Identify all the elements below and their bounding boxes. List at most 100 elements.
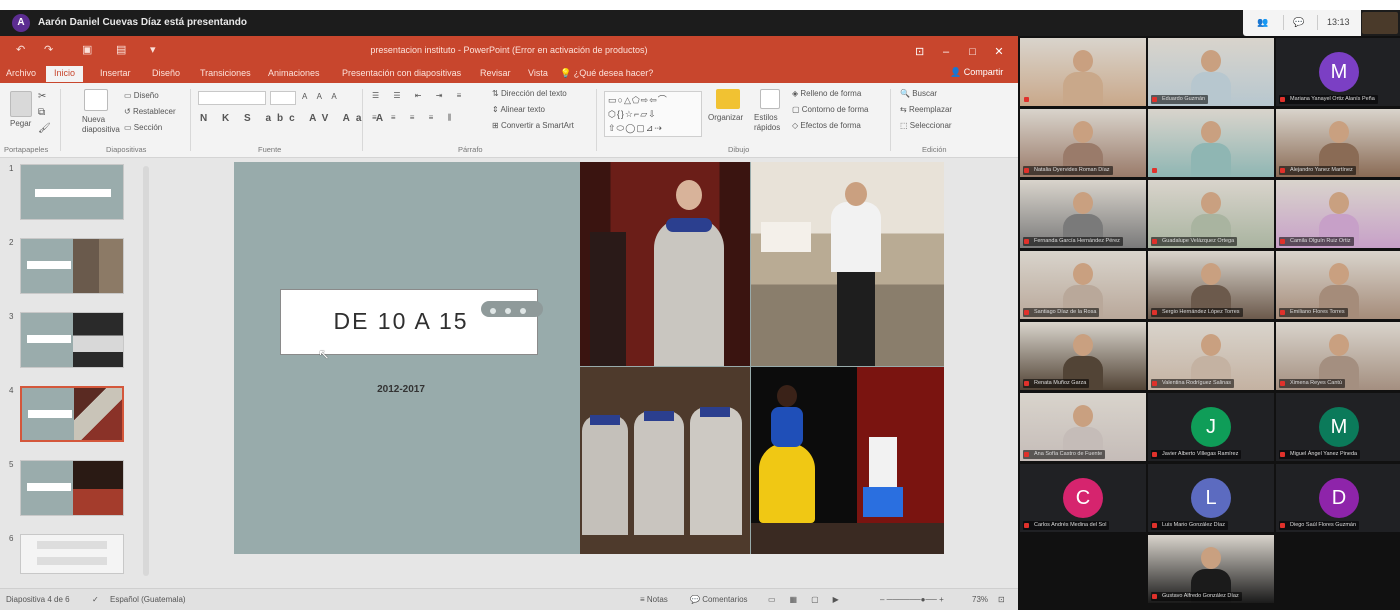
tab-presentacion[interactable]: Presentación con diapositivas <box>342 68 461 78</box>
tab-inicio[interactable]: Inicio <box>46 66 84 82</box>
shape-fill-button[interactable]: ◈ Relleno de forma <box>792 89 861 98</box>
participant-tile[interactable] <box>1020 38 1146 106</box>
participant-tile[interactable]: Santiago Díaz de la Rosa <box>1020 251 1146 319</box>
participant-tile[interactable]: Guadalupe Velázquez Ortega <box>1148 180 1274 248</box>
notes-button[interactable]: ≡ Notas <box>640 595 668 604</box>
paste-label[interactable]: Pegar <box>10 119 31 128</box>
section-button[interactable]: ▭ Sección <box>124 123 162 132</box>
tab-revisar[interactable]: Revisar <box>480 68 511 78</box>
maximize-icon[interactable]: □ <box>962 46 984 58</box>
select-button[interactable]: ⬚ Seleccionar <box>900 121 952 130</box>
slide-thumbnail-4[interactable] <box>20 386 124 442</box>
slide-thumbnail-1[interactable] <box>20 164 124 220</box>
share-button[interactable]: 👤 Compartir <box>950 67 1003 78</box>
participant-tile[interactable]: Sergio Hernández López Torres <box>1148 251 1274 319</box>
tell-me-search[interactable]: 💡 ¿Qué desea hacer? <box>560 68 653 79</box>
participant-name: Eduardo Guzmán <box>1151 95 1209 104</box>
close-icon[interactable]: ✕ <box>988 45 1010 58</box>
slide-photo-snow-white-scene[interactable] <box>751 367 944 554</box>
view-buttons[interactable]: ▭▦▢▶ <box>768 595 853 604</box>
slide-thumbnail-3[interactable] <box>20 312 124 368</box>
new-slide-label[interactable]: Nueva diapositiva <box>82 115 120 135</box>
participant-tile[interactable]: Emiliano Flores Torres <box>1276 251 1400 319</box>
participant-tile[interactable]: J Javier Alberto Villegas Ramírez <box>1148 393 1274 461</box>
list-buttons[interactable]: ☰ ☰ ⇤ ⇥ ≡ <box>372 91 467 100</box>
arrange-icon[interactable] <box>716 89 740 109</box>
participant-tile[interactable]: Natalia Oyervides Roman Díaz <box>1020 109 1146 177</box>
quick-styles-label[interactable]: Estilos rápidos <box>754 113 788 133</box>
participant-tile[interactable]: M Miguel Ángel Yanez Pineda <box>1276 393 1400 461</box>
participants-icon[interactable]: 👥 <box>1257 17 1268 28</box>
participant-tile[interactable]: Renata Muñoz Garza <box>1020 322 1146 390</box>
participant-tile[interactable]: M Mariana Yanayel Ortiz Alanís Peña <box>1276 38 1400 106</box>
shape-effects-button[interactable]: ◇ Efectos de forma <box>792 121 861 130</box>
font-size-buttons[interactable]: A A A <box>302 92 341 101</box>
cut-icon[interactable]: ✂ <box>38 91 46 102</box>
participant-tile[interactable]: Gustavo Alfredo González Díaz <box>1148 535 1274 603</box>
language-indicator[interactable]: Español (Guatemala) <box>110 595 186 604</box>
slide-photo-boy-in-church[interactable] <box>751 162 944 366</box>
smartart-button[interactable]: ⊞ Convertir a SmartArt <box>492 121 574 130</box>
reset-button[interactable]: ↺ Restablecer <box>124 107 176 116</box>
slide-photo-three-choir-boys[interactable] <box>580 367 750 554</box>
participant-tile[interactable]: Valentina Rodríguez Salinas <box>1148 322 1274 390</box>
participant-name: Carlos Andrés Medina del Sol <box>1023 521 1110 530</box>
participant-tile[interactable] <box>1148 109 1274 177</box>
chat-icon[interactable]: 💬 <box>1293 17 1304 28</box>
fit-to-window-icon[interactable]: ⊡ <box>998 595 1005 604</box>
replace-button[interactable]: ⇆ Reemplazar <box>900 105 952 114</box>
participant-tile[interactable]: Ximena Reyes Cantú <box>1276 322 1400 390</box>
tab-animaciones[interactable]: Animaciones <box>268 68 320 78</box>
align-text-button[interactable]: ⇕ Alinear texto <box>492 105 545 114</box>
shape-outline-button[interactable]: ▢ Contorno de forma <box>792 105 868 114</box>
text-direction-button[interactable]: ⇅ Dirección del texto <box>492 89 567 98</box>
format-painter-icon[interactable]: 🖌 <box>38 123 51 134</box>
font-size-select[interactable] <box>270 91 296 105</box>
slide-subtitle[interactable]: 2012-2017 <box>326 384 476 395</box>
slide-number: 4 <box>9 386 14 395</box>
paste-icon[interactable] <box>10 91 32 117</box>
participant-tile[interactable]: Alejandro Yanez Martínez <box>1276 109 1400 177</box>
ribbon-options-icon[interactable]: ⊡ <box>909 45 931 58</box>
tab-diseno[interactable]: Diseño <box>152 68 180 78</box>
participant-avatar: M <box>1319 52 1359 92</box>
participant-tile[interactable]: Ana Sofía Castro de Fuente <box>1020 393 1146 461</box>
participant-tile[interactable]: L Luis Mario González Díaz <box>1148 464 1274 532</box>
participant-tile[interactable]: Eduardo Guzmán <box>1148 38 1274 106</box>
copy-icon[interactable]: ⧉ <box>38 107 45 118</box>
comments-button[interactable]: 💬 Comentarios <box>690 595 748 604</box>
participant-avatar: C <box>1063 478 1103 518</box>
slide-photo-choir-boy[interactable] <box>580 162 750 366</box>
participant-tile[interactable]: D Diego Saúl Flores Guzmán <box>1276 464 1400 532</box>
align-buttons[interactable]: ≡ ≡ ≡ ≡ ⫼ <box>372 113 457 123</box>
slide-thumbnail-6[interactable] <box>20 534 124 574</box>
floating-format-toolbar[interactable] <box>481 301 543 317</box>
shapes-gallery[interactable]: ▭○△⬠⇨⇦⌒ ⬡{}☆⌐▱⇩ ⇧⬭◯▢⊿⇢ <box>604 91 702 137</box>
layout-button[interactable]: ▭ Diseño <box>124 91 159 100</box>
tab-insertar[interactable]: Insertar <box>100 68 131 78</box>
new-slide-icon[interactable] <box>84 89 108 111</box>
muted-mic-icon <box>1280 452 1285 457</box>
font-name-select[interactable] <box>198 91 266 105</box>
quick-styles-icon[interactable] <box>760 89 780 109</box>
minimize-icon[interactable]: – <box>935 46 957 58</box>
find-button[interactable]: 🔍 Buscar <box>900 89 937 98</box>
current-slide[interactable]: DE 10 A 15 ↖ 2012-2017 <box>234 162 944 554</box>
zoom-slider[interactable]: – ──────●── + <box>880 595 944 604</box>
arrange-label[interactable]: Organizar <box>708 113 743 122</box>
self-view-thumbnail[interactable] <box>1362 12 1398 34</box>
slide-thumbnail-2[interactable] <box>20 238 124 294</box>
meeting-window: A Aarón Daniel Cuevas Díaz está presenta… <box>0 10 1400 610</box>
participant-tile[interactable]: Camila Olguín Ruiz Ortiz <box>1276 180 1400 248</box>
tab-transiciones[interactable]: Transiciones <box>200 68 251 78</box>
font-style-buttons[interactable]: N K S abc AV Aa A <box>200 113 389 124</box>
tab-vista[interactable]: Vista <box>528 68 548 78</box>
thumbnail-scrollbar[interactable] <box>143 166 149 576</box>
slide-number: 5 <box>9 460 14 469</box>
spellcheck-icon[interactable]: ✓ <box>92 595 99 604</box>
participant-tile[interactable]: Fernanda García Hernández Pérez <box>1020 180 1146 248</box>
zoom-level[interactable]: 73% <box>972 595 988 604</box>
slide-thumbnail-5[interactable] <box>20 460 124 516</box>
participant-tile[interactable]: C Carlos Andrés Medina del Sol <box>1020 464 1146 532</box>
tab-archivo[interactable]: Archivo <box>6 68 36 78</box>
